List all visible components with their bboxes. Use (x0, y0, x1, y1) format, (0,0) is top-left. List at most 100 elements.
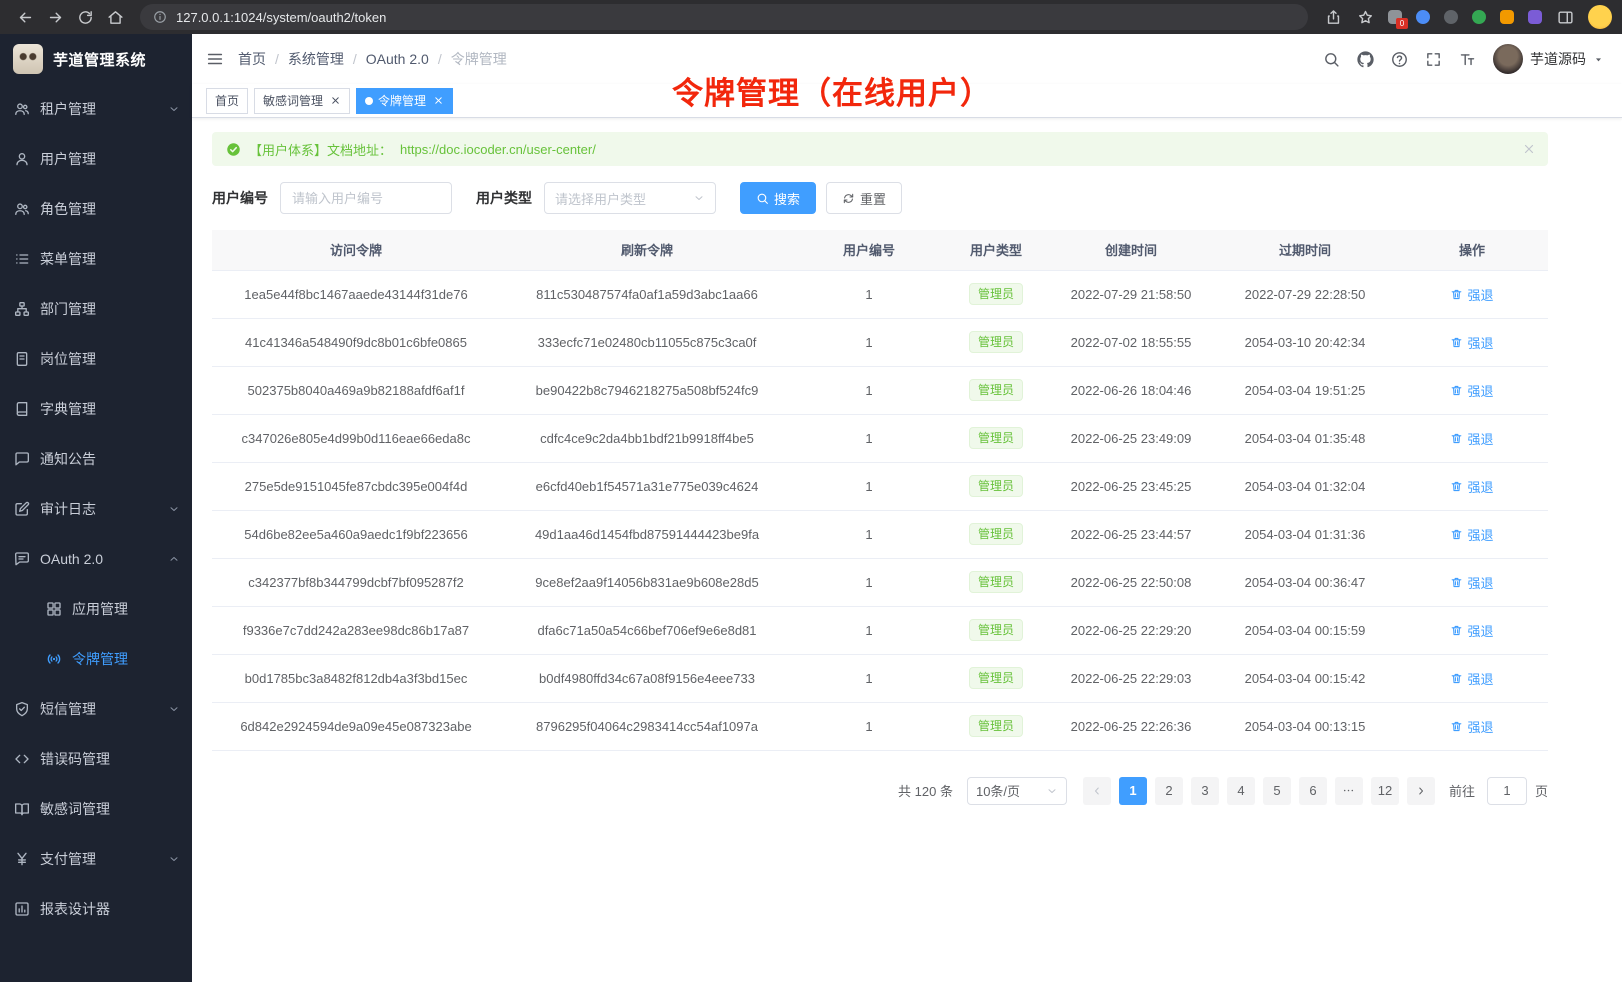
cell-action: 强退 (1396, 414, 1548, 462)
alert-close-icon[interactable] (1522, 142, 1536, 156)
tab-sensitive-word[interactable]: 敏感词管理 (254, 88, 350, 114)
extension-icon[interactable] (1494, 4, 1520, 30)
extension-icon[interactable] (1438, 4, 1464, 30)
sidebar-item-audit-log[interactable]: 审计日志 (0, 484, 192, 534)
page-size-select[interactable]: 10条/页 (967, 777, 1067, 805)
force-logout-button[interactable]: 强退 (1450, 429, 1493, 448)
sidebar-item-menu[interactable]: 菜单管理 (0, 234, 192, 284)
breadcrumb-item[interactable]: OAuth 2.0 (366, 51, 429, 67)
address-bar[interactable]: 127.0.0.1:1024/system/oauth2/token (140, 4, 1308, 30)
user-type-badge: 管理员 (969, 283, 1023, 305)
site-info-icon[interactable] (150, 7, 170, 27)
force-logout-button[interactable]: 强退 (1450, 381, 1493, 400)
tab-close-icon[interactable] (330, 95, 341, 106)
browser-reload-icon[interactable] (70, 2, 100, 32)
user-id-input[interactable] (280, 182, 452, 214)
user-type-select[interactable]: 请选择用户类型 (544, 182, 716, 214)
reset-button[interactable]: 重置 (826, 182, 902, 214)
cell-expire-time: 2054-03-04 00:15:42 (1214, 654, 1396, 702)
cell-create-time: 2022-06-25 22:29:20 (1048, 606, 1214, 654)
search-icon[interactable] (1323, 51, 1340, 68)
cell-expire-time: 2054-03-04 01:32:04 (1214, 462, 1396, 510)
breadcrumb-separator: / (438, 51, 442, 67)
extension-icon[interactable] (1522, 4, 1548, 30)
breadcrumb-item[interactable]: 首页 (238, 49, 266, 69)
force-logout-button[interactable]: 强退 (1450, 717, 1493, 736)
cell-access-token: b0d1785bc3a8482f812db4a3f3bd15ec (212, 654, 500, 702)
side-panel-icon[interactable] (1550, 2, 1580, 32)
force-logout-button[interactable]: 强退 (1450, 669, 1493, 688)
sidebar-item-sms[interactable]: 短信管理 (0, 684, 192, 734)
sidebar-item-pay[interactable]: 支付管理 (0, 834, 192, 884)
breadcrumb-item[interactable]: 系统管理 (288, 49, 344, 69)
user-menu[interactable]: 芋道源码 (1493, 44, 1604, 74)
sidebar-item-oauth2[interactable]: OAuth 2.0 (0, 534, 192, 584)
sidebar-item-post[interactable]: 岗位管理 (0, 334, 192, 384)
refresh-icon (842, 192, 855, 205)
page-button-6[interactable]: 6 (1299, 777, 1327, 805)
pager-more-button[interactable] (1335, 777, 1363, 805)
help-icon[interactable] (1391, 51, 1408, 68)
extension-icon[interactable] (1466, 4, 1492, 30)
shield-icon (14, 701, 30, 717)
sidebar-item-dict[interactable]: 字典管理 (0, 384, 192, 434)
force-logout-button[interactable]: 强退 (1450, 573, 1493, 592)
sidebar-item-dept[interactable]: 部门管理 (0, 284, 192, 334)
bookmark-star-icon[interactable] (1350, 2, 1380, 32)
page-button-4[interactable]: 4 (1227, 777, 1255, 805)
share-icon[interactable] (1318, 2, 1348, 32)
sidebar-item-tenant[interactable]: 租户管理 (0, 84, 192, 134)
tab-token[interactable]: 令牌管理 (356, 88, 453, 114)
alert-doc-link[interactable]: https://doc.iocoder.cn/user-center/ (400, 142, 596, 157)
tab-close-icon[interactable] (433, 95, 444, 106)
url-text: 127.0.0.1:1024/system/oauth2/token (176, 10, 386, 25)
force-logout-button[interactable]: 强退 (1450, 621, 1493, 640)
github-icon[interactable] (1357, 51, 1374, 68)
page-button-2[interactable]: 2 (1155, 777, 1183, 805)
browser-toolbar: 127.0.0.1:1024/system/oauth2/token 0 (0, 0, 1622, 34)
page-button-3[interactable]: 3 (1191, 777, 1219, 805)
force-logout-button[interactable]: 强退 (1450, 333, 1493, 352)
font-size-icon[interactable] (1459, 51, 1476, 68)
cell-expire-time: 2054-03-04 00:13:15 (1214, 702, 1396, 750)
prev-page-button[interactable] (1083, 777, 1111, 805)
sidebar-item-report-designer[interactable]: 报表设计器 (0, 884, 192, 934)
next-page-button[interactable] (1407, 777, 1435, 805)
sidebar-toggle-icon[interactable] (206, 50, 224, 68)
browser-forward-icon[interactable] (40, 2, 70, 32)
fullscreen-icon[interactable] (1425, 51, 1442, 68)
cell-user-id: 1 (794, 318, 944, 366)
browser-home-icon[interactable] (100, 2, 130, 32)
app-logo[interactable]: 芋道管理系统 (0, 34, 192, 84)
sidebar-menu: 租户管理用户管理角色管理菜单管理部门管理岗位管理字典管理通知公告审计日志OAut… (0, 84, 192, 934)
force-logout-button[interactable]: 强退 (1450, 477, 1493, 496)
sidebar-item-oauth2-token[interactable]: 令牌管理 (0, 634, 192, 684)
extension-icon[interactable]: 0 (1382, 4, 1408, 30)
page-button-1[interactable]: 1 (1119, 777, 1147, 805)
tab-home[interactable]: 首页 (206, 88, 248, 114)
user-type-badge: 管理员 (969, 619, 1023, 641)
user-type-badge: 管理员 (969, 523, 1023, 545)
column-header: 刷新令牌 (500, 230, 794, 270)
sidebar-item-user[interactable]: 用户管理 (0, 134, 192, 184)
browser-profile-avatar[interactable] (1588, 5, 1612, 29)
cell-user-type: 管理员 (944, 510, 1048, 558)
extension-icon[interactable] (1410, 4, 1436, 30)
search-button[interactable]: 搜索 (740, 182, 816, 214)
page-button-12[interactable]: 12 (1371, 777, 1399, 805)
browser-back-icon[interactable] (10, 2, 40, 32)
goto-page-input[interactable] (1487, 777, 1527, 805)
force-logout-button[interactable]: 强退 (1450, 285, 1493, 304)
cell-action: 强退 (1396, 702, 1548, 750)
sidebar-item-error-code[interactable]: 错误码管理 (0, 734, 192, 784)
table-body: 1ea5e44f8bc1467aaede43144f31de76811c5304… (212, 270, 1548, 750)
sidebar-item-notice[interactable]: 通知公告 (0, 434, 192, 484)
sidebar-item-sensitive-word[interactable]: 敏感词管理 (0, 784, 192, 834)
sidebar-item-role[interactable]: 角色管理 (0, 184, 192, 234)
sidebar-item-oauth2-app[interactable]: 应用管理 (0, 584, 192, 634)
page-button-5[interactable]: 5 (1263, 777, 1291, 805)
cell-expire-time: 2054-03-04 01:35:48 (1214, 414, 1396, 462)
column-header: 用户编号 (794, 230, 944, 270)
force-logout-button[interactable]: 强退 (1450, 525, 1493, 544)
cell-user-id: 1 (794, 606, 944, 654)
